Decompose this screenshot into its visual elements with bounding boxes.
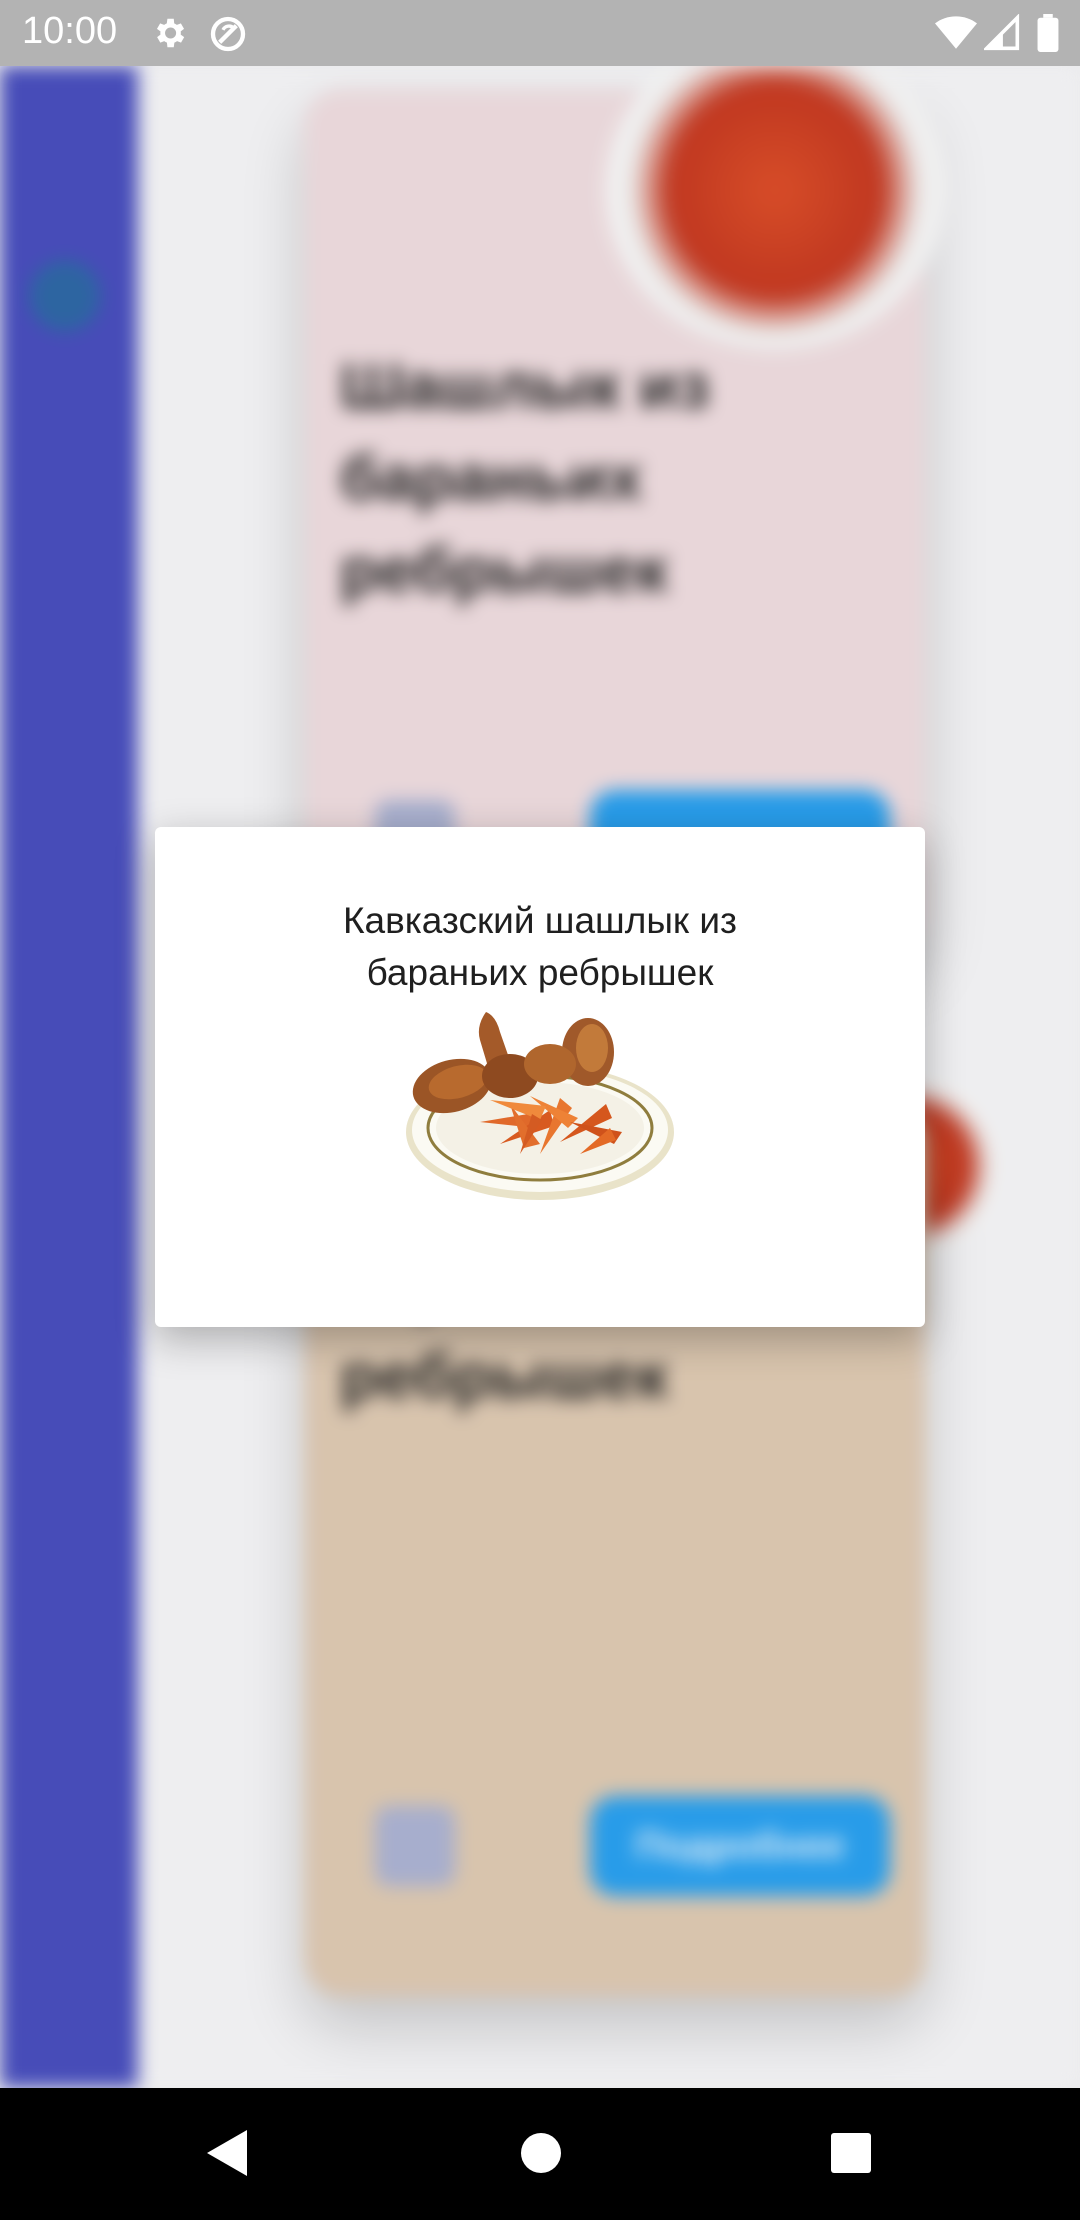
home-icon[interactable] xyxy=(520,2128,562,2183)
recents-icon[interactable] xyxy=(830,2128,872,2183)
product-dialog: Кавказский шашлык из бараньих ребрышек xyxy=(155,827,925,1327)
dish-image xyxy=(400,1004,680,1204)
wifi-icon xyxy=(935,14,977,57)
back-icon[interactable] xyxy=(205,2128,249,2183)
status-time: 10:00 xyxy=(22,10,118,52)
navigation-bar xyxy=(0,2088,1080,2220)
status-bar: 10:00 xyxy=(0,0,1080,66)
signal-icon xyxy=(982,13,1020,57)
gear-icon xyxy=(150,14,188,57)
dialog-title: Кавказский шашлык из бараньих ребрышек xyxy=(342,900,738,993)
battery-icon xyxy=(1036,14,1060,57)
sync-off-icon xyxy=(208,14,248,59)
